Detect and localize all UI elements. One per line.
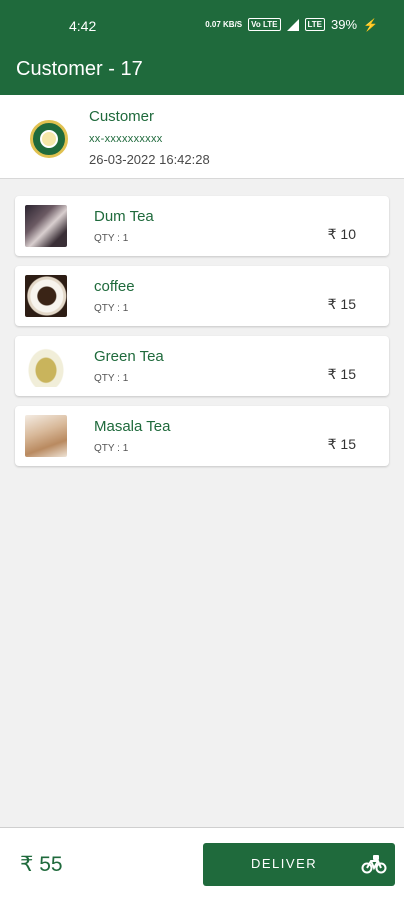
order-item-green-tea[interactable]: Green Tea QTY : 1 ₹ 15 xyxy=(15,336,389,396)
status-bar: 4:42 0.07 KB/S Vo LTE LTE 39% ⚡ xyxy=(0,0,404,50)
item-name: Dum Tea xyxy=(94,208,154,225)
item-name: Masala Tea xyxy=(94,418,171,435)
order-datetime: 26-03-2022 16:42:28 xyxy=(89,152,210,167)
order-item-dum-tea[interactable]: Dum Tea QTY : 1 ₹ 10 xyxy=(15,196,389,256)
lte-signal-icon: LTE xyxy=(304,18,326,31)
deliver-label: DELIVER xyxy=(251,856,318,871)
battery-charging-icon: ⚡ xyxy=(363,17,378,32)
item-price: ₹ 15 xyxy=(327,296,356,312)
order-item-coffee[interactable]: coffee QTY : 1 ₹ 15 xyxy=(15,266,389,326)
net-speed-indicator: 0.07 KB/S xyxy=(205,19,243,29)
order-item-masala-tea[interactable]: Masala Tea QTY : 1 ₹ 15 xyxy=(15,406,389,466)
order-total: ₹ 55 xyxy=(20,853,63,876)
dum-tea-image xyxy=(25,205,67,247)
item-qty: QTY : 1 xyxy=(94,443,129,454)
customer-name: Customer xyxy=(89,108,155,125)
app-bar: Customer - 17 xyxy=(0,50,404,95)
deliver-button[interactable]: DELIVER xyxy=(203,843,395,886)
delivery-bike-icon xyxy=(361,855,387,874)
item-qty: QTY : 1 xyxy=(94,303,129,314)
bottom-bar: ₹ 55 DELIVER xyxy=(0,827,404,900)
item-price: ₹ 10 xyxy=(327,226,356,242)
item-price: ₹ 15 xyxy=(327,436,356,452)
item-qty: QTY : 1 xyxy=(94,373,129,384)
status-icons: 0.07 KB/S Vo LTE LTE 39% ⚡ xyxy=(205,17,378,32)
customer-phone: xx-xxxxxxxxxx xyxy=(89,133,163,145)
volte-icon: Vo LTE xyxy=(248,18,281,31)
coffee-image xyxy=(25,275,67,317)
customer-card: Customer xx-xxxxxxxxxx 26-03-2022 16:42:… xyxy=(0,95,404,179)
masala-tea-image xyxy=(25,415,67,457)
item-price: ₹ 15 xyxy=(327,366,356,382)
status-time: 4:42 xyxy=(69,18,97,34)
tea-world-logo-icon xyxy=(30,120,68,158)
item-name: Green Tea xyxy=(94,348,164,365)
page-title: Customer - 17 xyxy=(16,58,143,80)
item-name: coffee xyxy=(94,278,135,295)
signal-icon xyxy=(286,18,299,31)
item-qty: QTY : 1 xyxy=(94,233,129,244)
green-tea-image xyxy=(25,345,67,387)
battery-percent: 39% xyxy=(331,17,358,32)
